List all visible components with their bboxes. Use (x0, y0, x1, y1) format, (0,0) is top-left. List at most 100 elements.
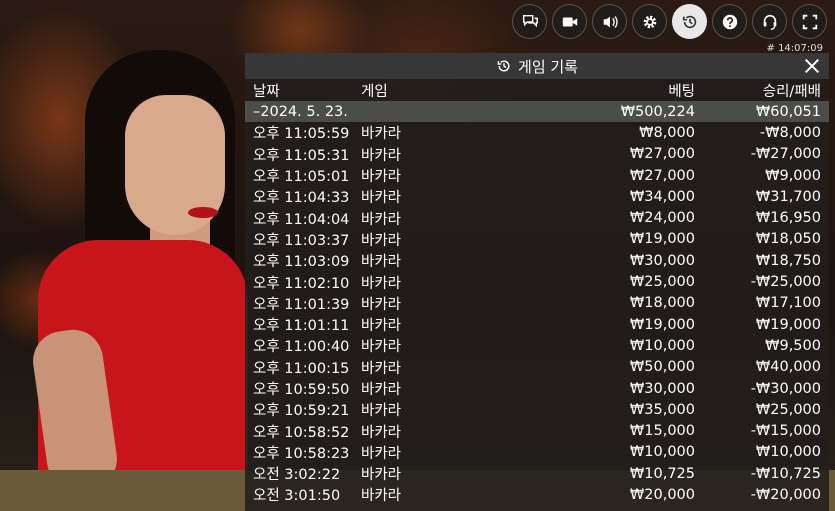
row-time: 오후 11:03:37 (253, 232, 350, 249)
history-list: 오후 11:05:59 바카라 ₩8,000 -₩8,000 오후 11:05:31 바카… (245, 122, 829, 505)
row-time: 오후 10:59:50 (253, 382, 350, 398)
row-game: 바카라 (361, 169, 402, 186)
row-game: 바카라 (361, 318, 402, 335)
table-row[interactable]: 오후 11:00:15 바카라 ₩50,000 ₩40,000 (245, 357, 829, 378)
row-time: 오후 11:05:01 (253, 169, 350, 186)
row-win-loss: ₩10,000 (755, 444, 821, 461)
table-row[interactable]: 오후 11:01:39 바카라 ₩18,000 ₩17,100 (245, 293, 829, 314)
row-win-loss: ₩16,950 (755, 210, 821, 227)
column-header-bet[interactable]: 베팅 (461, 80, 695, 101)
help-icon (722, 14, 737, 29)
support-button[interactable] (752, 4, 787, 39)
table-row[interactable]: 오후 10:59:21 바카라 ₩35,000 ₩25,000 (245, 399, 829, 420)
table-row[interactable]: 오후 11:05:59 바카라 ₩8,000 -₩8,000 (245, 122, 829, 143)
row-time: 오후 11:04:04 (253, 211, 350, 228)
fullscreen-button[interactable] (792, 4, 827, 39)
row-bet: ₩24,000 (629, 210, 695, 227)
row-game: 바카라 (361, 424, 402, 441)
row-time: 오후 11:01:11 (253, 318, 350, 335)
row-time: 오후 10:58:23 (253, 445, 350, 462)
row-time: 오후 11:05:59 (253, 126, 350, 143)
table-row[interactable]: 오후 11:04:33 바카라 ₩34,000 ₩31,700 (245, 186, 829, 207)
summary-bet: ₩500,224 (620, 103, 695, 120)
history-button[interactable] (672, 4, 707, 39)
game-history-panel: 게임 기록 날짜 게임 베팅 승리/패배 –2024. 5. 23. ₩500,… (245, 53, 829, 511)
row-time: 오후 11:01:39 (253, 296, 350, 313)
row-game: 바카라 (361, 211, 402, 228)
sound-button[interactable] (592, 4, 627, 39)
column-header-win-loss[interactable]: 승리/패배 (695, 80, 821, 101)
table-row[interactable]: 오후 11:05:01 바카라 ₩27,000 ₩9,000 (245, 165, 829, 186)
row-bet: ₩30,000 (629, 252, 695, 269)
row-bet: ₩10,000 (629, 337, 695, 354)
table-row[interactable]: 오후 10:58:52 바카라 ₩15,000 -₩15,000 (245, 420, 829, 441)
table-row[interactable]: 오후 10:59:50 바카라 ₩30,000 -₩30,000 (245, 378, 829, 399)
row-time: 오후 10:59:21 (253, 403, 350, 420)
row-time: 오후 11:00:15 (253, 360, 350, 377)
fullscreen-icon (802, 14, 817, 29)
date-summary-row[interactable]: –2024. 5. 23. ₩500,224 ₩60,051 (245, 101, 829, 123)
column-header-game[interactable]: 게임 (361, 80, 461, 101)
row-bet: ₩18,000 (629, 295, 695, 312)
row-game: 바카라 (361, 275, 402, 292)
chat-button[interactable] (512, 4, 547, 39)
table-row[interactable]: 오후 11:02:10 바카라 ₩25,000 -₩25,000 (245, 271, 829, 292)
row-bet: ₩10,000 (629, 444, 695, 461)
table-row[interactable]: 오후 11:01:11 바카라 ₩19,000 ₩19,000 (245, 314, 829, 335)
history-icon (497, 60, 510, 72)
row-time: 오후 11:00:40 (253, 339, 350, 356)
row-game: 바카라 (361, 190, 402, 207)
table-row[interactable]: 오후 11:05:31 바카라 ₩27,000 -₩27,000 (245, 144, 829, 165)
row-win-loss: -₩27,000 (750, 146, 821, 163)
row-bet: ₩27,000 (629, 167, 695, 184)
row-win-loss: ₩18,750 (755, 252, 821, 269)
table-row[interactable]: 오후 11:03:37 바카라 ₩19,000 ₩18,050 (245, 229, 829, 250)
row-game: 바카라 (361, 382, 402, 398)
row-win-loss: -₩25,000 (750, 274, 821, 291)
help-button[interactable] (712, 4, 747, 39)
panel-title: 게임 기록 (518, 57, 578, 76)
row-time: 오후 11:05:31 (253, 147, 350, 164)
row-game: 바카라 (361, 126, 402, 143)
gear-icon (643, 15, 656, 28)
panel-header: 게임 기록 (245, 53, 829, 79)
row-win-loss: -₩8,000 (759, 124, 821, 141)
settings-button[interactable] (632, 4, 667, 39)
row-game: 바카라 (361, 467, 402, 484)
row-win-loss: ₩17,100 (755, 295, 821, 312)
row-game: 바카라 (361, 296, 402, 313)
row-game: 바카라 (361, 147, 402, 164)
dealer-lips (188, 207, 218, 218)
row-bet: ₩10,725 (629, 465, 695, 482)
row-bet: ₩8,000 (639, 124, 695, 141)
headset-icon (763, 14, 776, 30)
table-row[interactable]: 오후 11:03:09 바카라 ₩30,000 ₩18,750 (245, 250, 829, 271)
row-bet: ₩35,000 (629, 401, 695, 418)
row-game: 바카라 (361, 360, 402, 377)
close-button[interactable] (801, 55, 823, 77)
row-time: 오후 11:02:10 (253, 275, 350, 292)
row-game: 바카라 (361, 488, 402, 505)
row-game: 바카라 (361, 445, 402, 462)
column-header-date[interactable]: 날짜 (245, 80, 361, 101)
row-win-loss: ₩31,700 (755, 188, 821, 205)
video-button[interactable] (552, 4, 587, 39)
summary-date: –2024. 5. 23. (253, 103, 348, 120)
row-win-loss: -₩30,000 (750, 380, 821, 397)
table-row[interactable]: 오전 3:01:50 바카라 ₩20,000 -₩20,000 (245, 484, 829, 505)
row-bet: ₩19,000 (629, 231, 695, 248)
table-row[interactable]: 오전 3:02:22 바카라 ₩10,725 -₩10,725 (245, 463, 829, 484)
row-win-loss: -₩15,000 (750, 423, 821, 440)
video-camera-icon (562, 17, 577, 26)
row-win-loss: ₩40,000 (755, 359, 821, 376)
table-row[interactable]: 오후 10:58:23 바카라 ₩10,000 ₩10,000 (245, 442, 829, 463)
row-game: 바카라 (361, 339, 402, 356)
table-row[interactable]: 오후 11:00:40 바카라 ₩10,000 ₩9,500 (245, 335, 829, 356)
row-bet: ₩25,000 (629, 274, 695, 291)
history-icon (682, 15, 696, 28)
summary-win-loss: ₩60,051 (755, 103, 821, 120)
table-row[interactable]: 오후 11:04:04 바카라 ₩24,000 ₩16,950 (245, 207, 829, 228)
row-time: 오전 3:01:50 (253, 488, 341, 505)
row-bet: ₩27,000 (629, 146, 695, 163)
row-game: 바카라 (361, 403, 402, 420)
